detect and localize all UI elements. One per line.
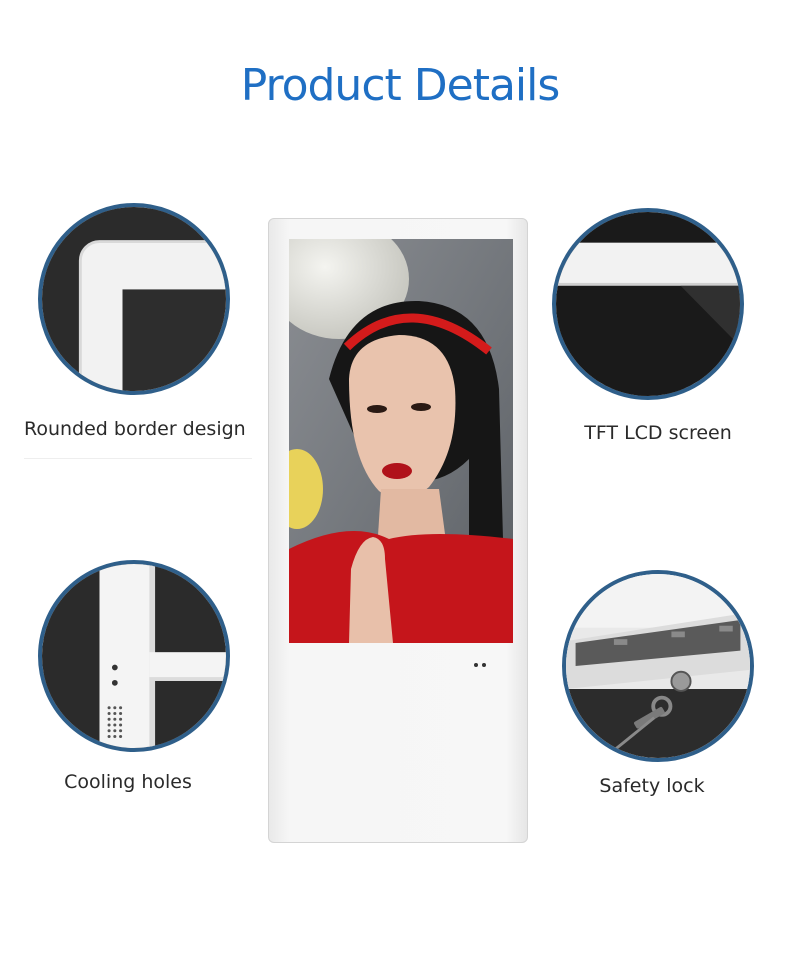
camera-sensor-right: [482, 663, 486, 667]
feature-label-safety-lock: Safety lock: [599, 775, 705, 797]
rounded-border-detail-image: [38, 203, 230, 395]
feature-label-cooling-holes: Cooling holes: [64, 771, 192, 793]
page-title: Product Details: [240, 60, 561, 111]
safety-lock-detail-image: [562, 570, 754, 762]
feature-label-rounded-border: Rounded border design: [24, 418, 246, 440]
feature-label-tft-lcd: TFT LCD screen: [584, 422, 732, 444]
divider: [24, 458, 252, 459]
digital-signage-kiosk: [268, 218, 528, 843]
kiosk-display-image: [289, 239, 513, 643]
camera-sensor-left: [474, 663, 478, 667]
cooling-holes-detail-image: [38, 560, 230, 752]
lcd-screen-detail-image: [552, 208, 744, 400]
